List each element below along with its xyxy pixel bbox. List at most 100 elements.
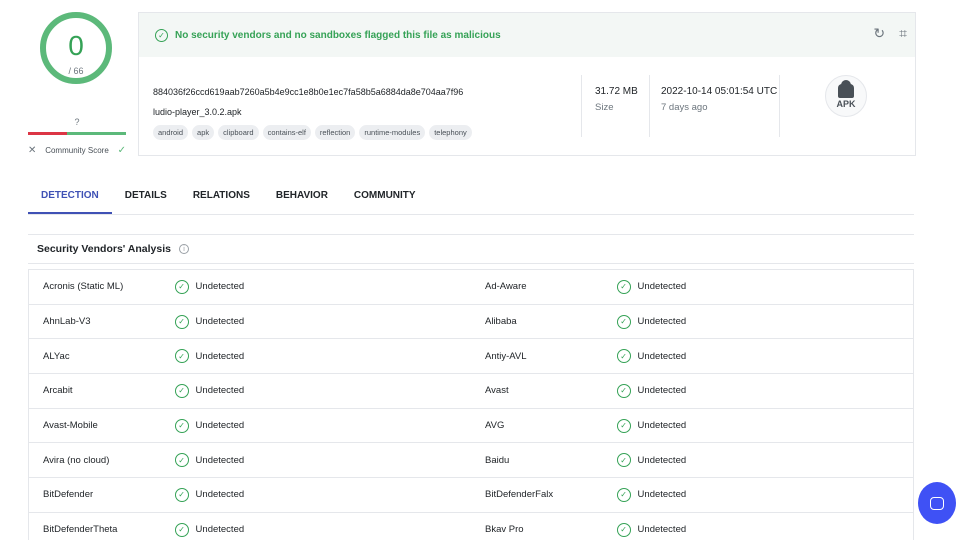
- file-size-label: Size: [595, 102, 614, 113]
- vendor-name: Baidu: [485, 454, 510, 466]
- check-circle-icon: ✓: [616, 418, 631, 433]
- result-label: Undetected: [195, 385, 245, 397]
- tag-chip[interactable]: reflection: [314, 125, 356, 140]
- check-circle-icon: ✓: [616, 349, 631, 364]
- tag-chip[interactable]: apk: [192, 125, 215, 140]
- file-name: ludio-player_3.0.2.apk: [153, 107, 242, 117]
- chat-bubble-icon: [930, 496, 944, 510]
- analysis-date: 2022-10-14 05:01:54 UTC: [661, 86, 778, 97]
- result-label: Undetected: [195, 350, 245, 362]
- reanalyze-icon[interactable]: ↻: [873, 25, 885, 42]
- vendor-name: Acronis (Static ML): [43, 281, 124, 293]
- score-ring: 0 / 66: [40, 12, 112, 84]
- tag-chip[interactable]: telephony: [429, 125, 472, 140]
- tab-community[interactable]: COMMUNITY: [341, 180, 429, 214]
- vendor-name: Avast-Mobile: [43, 420, 98, 432]
- result-label: Undetected: [637, 350, 687, 362]
- tag-chip[interactable]: runtime-modules: [359, 125, 426, 140]
- tab-behavior[interactable]: BEHAVIOR: [263, 180, 341, 214]
- vendor-result: ✓ Undetected: [616, 487, 913, 502]
- community-score-label: Community Score: [45, 145, 109, 155]
- table-row: Arcabit ✓ Undetected Avast ✓ Undetected: [29, 374, 913, 409]
- section-header: Security Vendors' Analysis i: [28, 234, 914, 264]
- file-size: 31.72 MB: [595, 86, 638, 97]
- vendor-result: ✓ Undetected: [616, 349, 913, 364]
- vendors-table: Acronis (Static ML) ✓ Undetected Ad-Aware ✓ U…: [28, 269, 914, 540]
- result-label: Undetected: [195, 281, 245, 293]
- vendor-result: ✓ Undetected: [616, 522, 913, 537]
- divider: [649, 75, 650, 137]
- graph-icon[interactable]: ⌗: [899, 25, 907, 42]
- result-label: Undetected: [637, 524, 687, 536]
- vendor-result: ✓ Undetected: [616, 314, 913, 329]
- check-circle-icon: ✓: [616, 383, 631, 398]
- file-summary-card: ✓ No security vendors and no sandboxes f…: [138, 12, 916, 156]
- vendor-name: Alibaba: [485, 316, 517, 328]
- check-circle-icon: ✓: [616, 487, 631, 502]
- vendor-result: ✓ Undetected: [174, 522, 471, 537]
- thumbs-down-icon[interactable]: ✕: [28, 145, 36, 156]
- vendor-name: Ad-Aware: [485, 281, 527, 293]
- tab-relations[interactable]: RELATIONS: [180, 180, 263, 214]
- vendor-name: BitDefenderTheta: [43, 524, 118, 536]
- engine-total: / 66: [68, 66, 84, 76]
- result-label: Undetected: [637, 454, 687, 466]
- tag-list: android apk clipboard contains-elf reflectio…: [153, 125, 472, 140]
- result-label: Undetected: [637, 489, 687, 501]
- table-row: Acronis (Static ML) ✓ Undetected Ad-Aware ✓ U…: [29, 270, 913, 305]
- table-row: Avast-Mobile ✓ Undetected AVG ✓ Undetected: [29, 409, 913, 444]
- check-circle-icon: ✓: [174, 418, 189, 433]
- tag-chip[interactable]: contains-elf: [262, 125, 311, 140]
- table-row: ALYac ✓ Undetected Antiy-AVL ✓ Undetected: [29, 339, 913, 375]
- vendor-result: ✓ Undetected: [616, 383, 913, 398]
- result-label: Undetected: [195, 524, 245, 536]
- result-label: Undetected: [195, 454, 245, 466]
- vendor-name: Antiy-AVL: [485, 350, 527, 362]
- result-label: Undetected: [637, 316, 687, 328]
- table-row: Avira (no cloud) ✓ Undetected Baidu ✓ Undetec…: [29, 443, 913, 479]
- result-label: Undetected: [195, 420, 245, 432]
- file-type-label: APK: [836, 98, 856, 109]
- vendor-result: ✓ Undetected: [616, 418, 913, 433]
- tag-chip[interactable]: android: [153, 125, 189, 140]
- check-circle-icon: ✓: [616, 314, 631, 329]
- vendor-name: Avast: [485, 385, 509, 397]
- info-icon[interactable]: i: [179, 244, 189, 254]
- tag-chip[interactable]: clipboard: [218, 125, 259, 140]
- vendor-result: ✓ Undetected: [174, 279, 471, 294]
- detection-score: 0 / 66 ? ✕ Community Score ✓: [28, 8, 126, 160]
- divider: [581, 75, 582, 137]
- vendor-result: ✓ Undetected: [616, 453, 913, 468]
- vendor-name: Arcabit: [43, 385, 73, 397]
- vendor-result: ✓ Undetected: [174, 418, 471, 433]
- thumbs-up-icon[interactable]: ✓: [118, 145, 126, 156]
- result-label: Undetected: [195, 489, 245, 501]
- check-circle-icon: ✓: [155, 28, 168, 42]
- chat-button[interactable]: [918, 482, 956, 524]
- tab-detection[interactable]: DETECTION: [28, 180, 112, 214]
- vendor-result: ✓ Undetected: [174, 487, 471, 502]
- result-label: Undetected: [637, 385, 687, 397]
- divider: [779, 75, 780, 137]
- tab-bar: DETECTION DETAILS RELATIONS BEHAVIOR COMMUNI…: [28, 180, 914, 215]
- tab-details[interactable]: DETAILS: [112, 180, 180, 214]
- check-circle-icon: ✓: [174, 383, 189, 398]
- file-hash[interactable]: 884036f26ccd619aab7260a5b4e9cc1e8b0e1ec7…: [153, 87, 463, 97]
- vendor-name: AVG: [485, 420, 505, 432]
- table-row: BitDefenderTheta ✓ Undetected Bkav Pro ✓ Unde…: [29, 513, 913, 540]
- result-label: Undetected: [637, 420, 687, 432]
- file-type-icon: APK: [825, 75, 867, 117]
- android-icon: [838, 79, 854, 98]
- verdict-text: No security vendors and no sandboxes fla…: [175, 29, 501, 41]
- detection-count: 0: [68, 30, 84, 61]
- check-circle-icon: ✓: [174, 487, 189, 502]
- table-row: AhnLab-V3 ✓ Undetected Alibaba ✓ Undetected: [29, 305, 913, 340]
- verdict-banner: ✓ No security vendors and no sandboxes f…: [139, 13, 915, 57]
- vendor-name: BitDefenderFalx: [485, 489, 554, 501]
- vendor-result: ✓ Undetected: [174, 383, 471, 398]
- table-row: BitDefender ✓ Undetected BitDefenderFalx ✓ Un…: [29, 478, 913, 513]
- community-score-value: ?: [74, 117, 80, 127]
- vendor-result: ✓ Undetected: [174, 349, 471, 364]
- vendor-name: Bkav Pro: [485, 524, 524, 536]
- check-circle-icon: ✓: [174, 349, 189, 364]
